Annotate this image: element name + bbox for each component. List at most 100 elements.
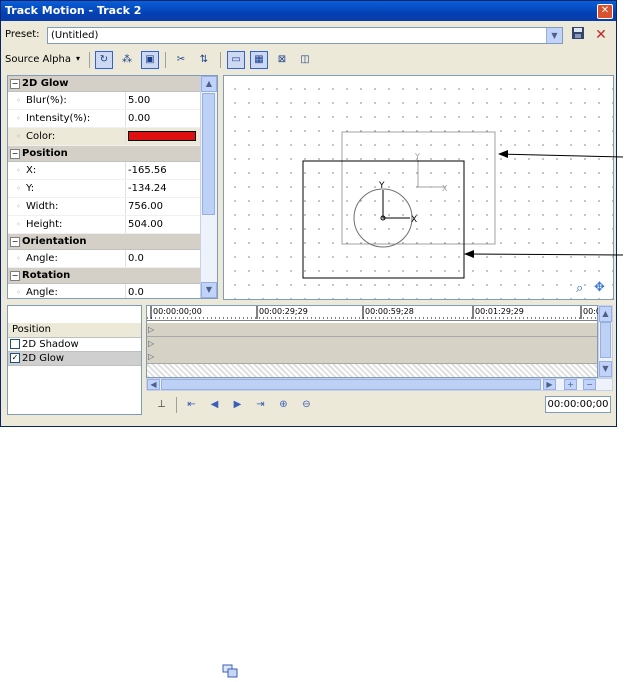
keyframe-lane-position[interactable]: ▷ — [147, 323, 597, 337]
keyframe-marker-icon[interactable]: ▷ — [148, 352, 154, 361]
scroll-left-icon[interactable]: ◀ — [147, 379, 160, 390]
properties-grid: −2D Glow Blur(%):5.00 Intensity(%):0.00 … — [7, 75, 218, 299]
empty-track-area — [147, 364, 597, 377]
frame-y-axis-label: Y — [378, 181, 385, 191]
loop-icon[interactable]: ↻ — [95, 51, 113, 69]
toolbar-separator — [220, 52, 221, 68]
prop-value[interactable]: 0.0 — [125, 250, 202, 267]
prop-value[interactable]: 5.00 — [125, 92, 202, 109]
scroll-up-icon[interactable]: ▲ — [201, 76, 217, 92]
category-title: Position — [22, 148, 68, 159]
lock-y-icon[interactable]: ⇅ — [195, 51, 213, 69]
last-keyframe-icon[interactable]: ⇥ — [253, 397, 268, 412]
prop-row-height[interactable]: Height:504.00 — [8, 216, 202, 234]
source-alpha-dropdown-icon[interactable]: ▾ — [76, 54, 80, 63]
prop-value[interactable]: -134.24 — [125, 180, 202, 197]
collapse-icon[interactable]: − — [10, 79, 20, 89]
prevent-stretch-icon[interactable]: ▦ — [250, 51, 268, 69]
source-y-axis-label: Y — [414, 152, 420, 161]
save-icon[interactable] — [569, 26, 587, 44]
prop-row-intensity[interactable]: Intensity(%):0.00 — [8, 110, 202, 128]
prop-row-color[interactable]: Color: — [8, 128, 202, 146]
checkbox[interactable]: ✓ — [10, 353, 20, 363]
prop-row-y[interactable]: Y:-134.24 — [8, 180, 202, 198]
prop-row-orientation-angle[interactable]: Angle:0.0 — [8, 250, 202, 268]
scroll-down-icon[interactable]: ▼ — [599, 361, 612, 377]
prop-label: X: — [8, 162, 124, 179]
previous-keyframe-icon[interactable]: ◀ — [207, 397, 222, 412]
frame-axes — [382, 190, 410, 219]
track-label: 2D Shadow — [22, 339, 79, 350]
keyframe-lane-2d-glow[interactable]: ▷ — [147, 350, 597, 364]
keyframe-lane-2d-shadow[interactable]: ▷ — [147, 337, 597, 351]
track-header-position[interactable]: Position — [8, 323, 141, 338]
category-position[interactable]: − Position — [8, 146, 202, 162]
3d-box-icon[interactable]: ▣ — [141, 51, 159, 69]
keyframe-nav-bar: ⊥ ⇤ ◀ ▶ ⇥ ⊕ ⊖ 00:00:00;00 — [146, 393, 613, 417]
scroll-up-icon[interactable]: ▲ — [599, 306, 612, 322]
window-title: Track Motion - Track 2 — [5, 4, 142, 17]
collapse-icon[interactable]: − — [10, 271, 20, 281]
checkbox[interactable] — [10, 339, 20, 349]
close-icon[interactable]: ✕ — [597, 4, 613, 19]
timeline-hscrollbar[interactable]: ◀ ▶ + − — [146, 378, 613, 391]
keyframe-marker-icon[interactable]: ▷ — [148, 339, 154, 348]
track-item-2d-glow[interactable]: ✓ 2D Glow — [8, 352, 141, 366]
scroll-thumb[interactable] — [161, 379, 541, 390]
prop-row-width[interactable]: Width:756.00 — [8, 198, 202, 216]
properties-scrollbar[interactable]: ▲ ▼ — [200, 76, 217, 298]
ruler-ticks — [147, 306, 597, 319]
scroll-right-icon[interactable]: ▶ — [543, 379, 556, 390]
timecode-display[interactable]: 00:00:00;00 — [545, 396, 611, 413]
prop-label: Angle: — [8, 250, 124, 267]
category-orientation[interactable]: − Orientation — [8, 234, 202, 250]
add-keyframe-icon[interactable]: ⊕ — [276, 397, 291, 412]
track-item-2d-shadow[interactable]: 2D Shadow — [8, 338, 141, 352]
scale-about-center-icon[interactable]: ◫ — [296, 51, 314, 69]
chevron-down-icon[interactable]: ▼ — [546, 28, 562, 43]
pan-icon[interactable]: ✥ — [594, 280, 605, 295]
category-rotation[interactable]: − Rotation — [8, 268, 202, 284]
lock-aspect-icon[interactable]: ⊠ — [273, 51, 291, 69]
lock-envelopes-icon[interactable]: ⊥ — [154, 397, 169, 412]
delete-icon[interactable]: ✕ — [592, 26, 610, 44]
toolbar-separator — [165, 52, 166, 68]
color-swatch[interactable] — [128, 131, 196, 141]
category-2d-glow[interactable]: −2D Glow — [8, 76, 202, 92]
track-list: Position 2D Shadow ✓ 2D Glow — [7, 305, 142, 415]
snap-icon[interactable]: ⁂ — [118, 51, 136, 69]
prop-row-x[interactable]: X:-165.56 — [8, 162, 202, 180]
preset-dropdown[interactable]: (Untitled) ▼ — [47, 27, 563, 44]
scroll-thumb[interactable] — [600, 322, 611, 358]
collapse-icon[interactable]: − — [10, 149, 20, 159]
prop-value[interactable] — [125, 128, 202, 145]
zoom-in-icon[interactable]: + — [564, 379, 577, 390]
scroll-thumb[interactable] — [202, 93, 215, 215]
zoom-out-icon[interactable]: − — [583, 379, 596, 390]
scroll-down-icon[interactable]: ▼ — [201, 282, 217, 298]
prop-label: Width: — [8, 198, 124, 215]
prop-value[interactable]: -165.56 — [125, 162, 202, 179]
lock-x-icon[interactable]: ✂ — [172, 51, 190, 69]
delete-keyframe-icon[interactable]: ⊖ — [299, 397, 314, 412]
track-label: 2D Glow — [22, 353, 65, 364]
next-keyframe-icon[interactable]: ▶ — [230, 397, 245, 412]
timeline-vscrollbar[interactable]: ▲ ▼ — [598, 305, 613, 378]
track-motion-window: Track Motion - Track 2 ✕ Preset: (Untitl… — [0, 0, 617, 427]
time-ruler[interactable]: 00:00:00;00 00:00:29;29 00:00:59;28 00:0… — [147, 306, 601, 321]
edit-in-object-space-icon[interactable]: ▭ — [227, 51, 245, 69]
prop-value[interactable]: 0.00 — [125, 110, 202, 127]
prop-value[interactable]: 504.00 — [125, 216, 202, 233]
prop-value[interactable]: 756.00 — [125, 198, 202, 215]
frame-x-axis-label: X — [411, 215, 417, 225]
zoom-icon[interactable]: ⌕ — [576, 281, 583, 296]
keyframe-timeline[interactable]: 00:00:00;00 00:00:29;29 00:00:59;28 00:0… — [146, 305, 601, 378]
prop-row-rotation-angle[interactable]: Angle:0.0 — [8, 284, 202, 298]
motion-canvas[interactable]: Y X Y X ⌕ ✥ — [223, 75, 614, 300]
prop-value[interactable]: 0.0 — [125, 284, 202, 298]
prop-row-blur[interactable]: Blur(%):5.00 — [8, 92, 202, 110]
keyframe-marker-icon[interactable]: ▷ — [148, 325, 154, 334]
collapse-icon[interactable]: − — [10, 237, 20, 247]
edit-in-object-space-small-icon — [222, 664, 238, 678]
first-keyframe-icon[interactable]: ⇤ — [184, 397, 199, 412]
